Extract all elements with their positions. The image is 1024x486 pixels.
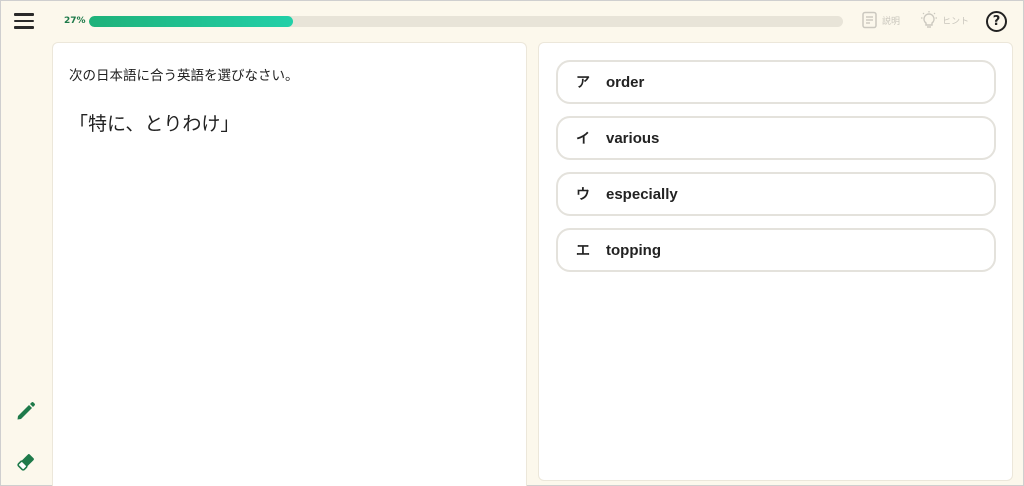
question-text: 「特に、とりわけ」 xyxy=(69,113,240,135)
progress-percent: 27% xyxy=(64,16,86,26)
choice-option-c[interactable]: ウ especially xyxy=(556,172,996,216)
choice-text: order xyxy=(606,73,645,91)
choice-key: イ xyxy=(576,131,590,147)
help-icon: ? xyxy=(992,14,1001,29)
hint-label: ヒント xyxy=(942,16,970,27)
pencil-button[interactable] xyxy=(15,400,37,426)
eraser-button[interactable] xyxy=(15,451,37,477)
pencil-icon xyxy=(17,402,35,420)
hint-button[interactable]: ヒント xyxy=(919,11,969,29)
choice-key: エ xyxy=(576,243,590,259)
choice-text: especially xyxy=(606,185,678,203)
help-button[interactable]: ? xyxy=(986,11,1007,32)
choices-panel: ア order イ various ウ especially エ topping xyxy=(538,42,1013,481)
eraser-icon xyxy=(17,454,34,471)
hamburger-menu-icon[interactable] xyxy=(13,11,35,31)
document-icon xyxy=(862,11,877,29)
question-panel: 次の日本語に合う英語を選びなさい。 「特に、とりわけ」 xyxy=(52,42,527,486)
choice-option-a[interactable]: ア order xyxy=(556,60,996,104)
explanation-label: 説明 xyxy=(882,16,901,27)
lightbulb-icon xyxy=(921,11,937,28)
choice-option-d[interactable]: エ topping xyxy=(556,228,996,272)
progress-bar-fill xyxy=(89,16,293,27)
explanation-button[interactable]: 説明 xyxy=(861,11,900,29)
choice-option-b[interactable]: イ various xyxy=(556,116,996,160)
progress-bar xyxy=(89,16,843,27)
instruction-text: 次の日本語に合う英語を選びなさい。 xyxy=(69,68,299,84)
choice-key: ウ xyxy=(576,187,590,203)
choice-text: various xyxy=(606,129,660,147)
choice-key: ア xyxy=(576,75,590,91)
choice-text: topping xyxy=(606,241,661,259)
